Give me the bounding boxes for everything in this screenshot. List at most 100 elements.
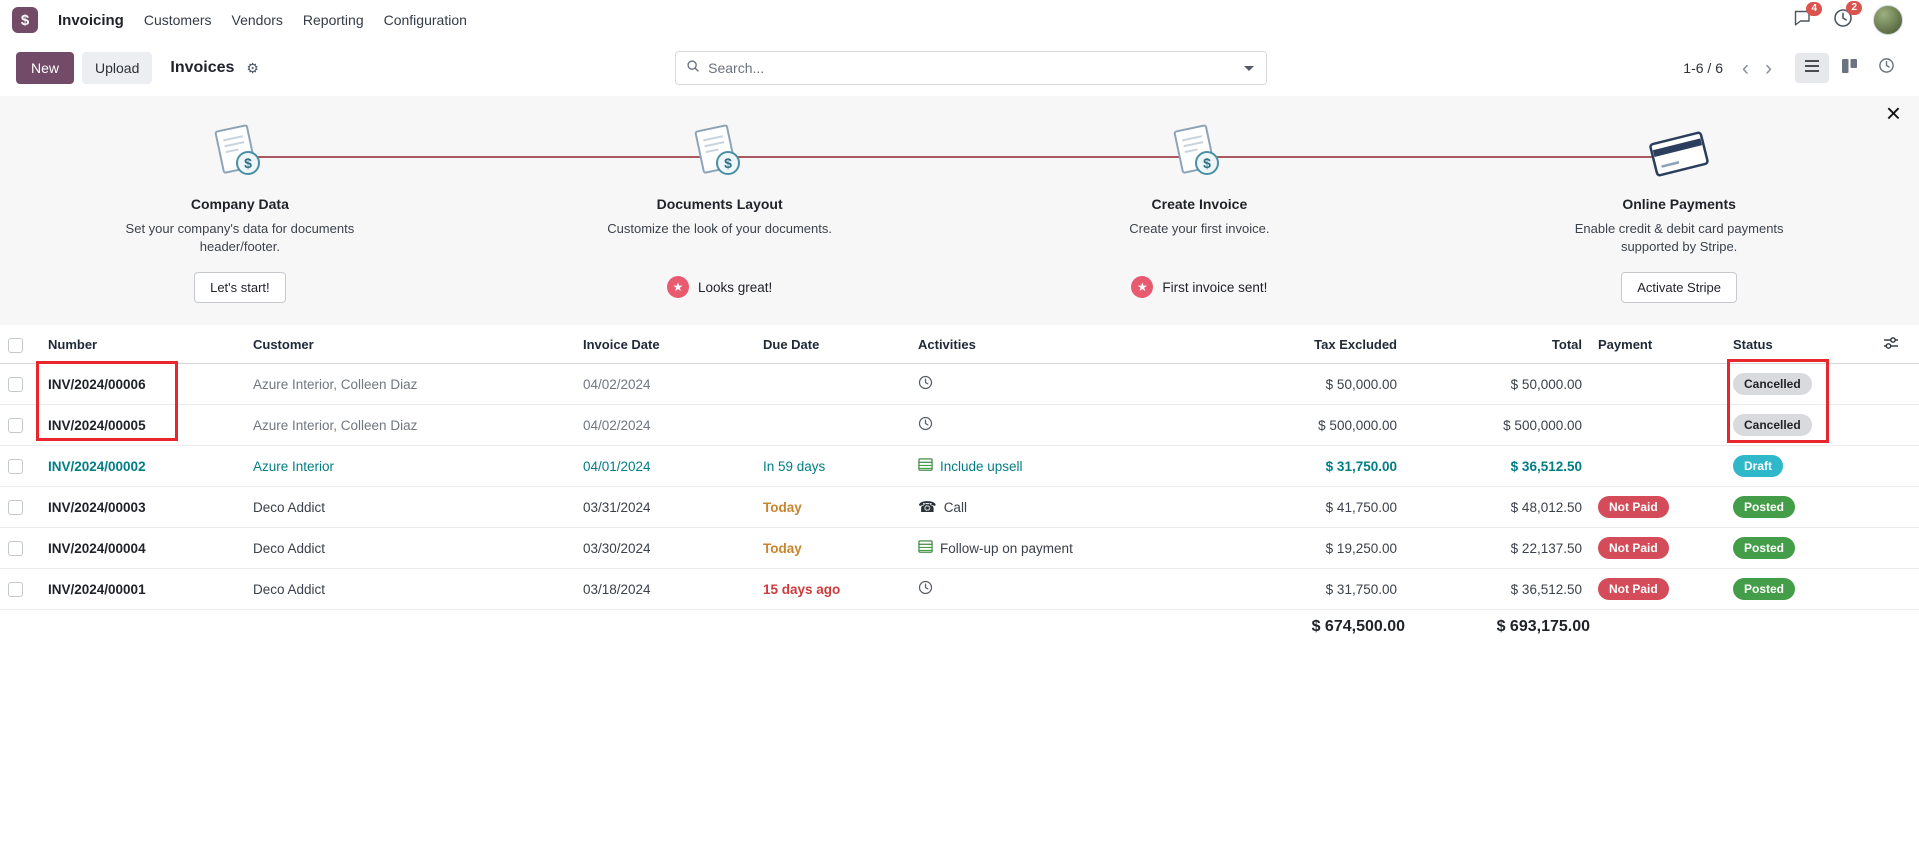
list-icon — [918, 457, 933, 475]
close-icon[interactable]: × — [1886, 100, 1901, 126]
status-badge: Posted — [1733, 495, 1796, 519]
step-description: Customize the look of your documents. — [607, 221, 832, 236]
header-status[interactable]: Status — [1725, 325, 1875, 364]
cell-activities[interactable] — [910, 363, 1160, 405]
menu-configuration[interactable]: Configuration — [384, 12, 467, 28]
header-total[interactable]: Total — [1405, 325, 1590, 364]
activity-label: Include upsell — [940, 458, 1023, 474]
cell-due-date: Today — [755, 527, 910, 569]
onboarding-step-create-invoice: $ Create Invoice Create your first invoi… — [960, 116, 1440, 325]
table-row[interactable]: INV/2024/00006 Azure Interior, Colleen Di… — [0, 363, 1919, 405]
lets-start-button[interactable]: Let's start! — [194, 271, 286, 303]
star-icon: ★ — [1131, 276, 1154, 298]
svg-text:$: $ — [1203, 155, 1211, 171]
messages-button[interactable]: 4 — [1793, 1, 1822, 32]
header-customer[interactable]: Customer — [245, 325, 575, 364]
activity-view-button[interactable] — [1869, 53, 1903, 83]
table-row[interactable]: INV/2024/00003 Deco Addict 03/31/2024 Today… — [0, 486, 1919, 528]
activate-stripe-button[interactable]: Activate Stripe — [1621, 271, 1738, 303]
activity-label: Call — [943, 499, 967, 515]
search-dropdown-toggle[interactable] — [1232, 52, 1266, 84]
row-checkbox[interactable] — [0, 404, 40, 446]
cell-invoice-date: 03/31/2024 — [575, 486, 755, 528]
invoice-list-table: Number Customer Invoice Date Due Date Ac… — [0, 325, 1919, 644]
document-dollar-icon: $ — [1161, 116, 1237, 186]
pager-next-button[interactable]: › — [1758, 58, 1779, 79]
new-button[interactable]: New — [16, 52, 75, 84]
row-checkbox[interactable] — [0, 363, 40, 405]
onboarding-step-online-payments: Online Payments Enable credit & debit ca… — [1439, 116, 1919, 325]
cell-total: $ 48,012.50 — [1405, 486, 1590, 528]
clock-icon — [918, 416, 933, 434]
header-payment[interactable]: Payment — [1590, 325, 1725, 364]
cell-payment — [1590, 404, 1725, 446]
kanban-view-icon — [1841, 58, 1857, 78]
svg-text:$: $ — [724, 155, 732, 171]
view-switcher — [1795, 53, 1903, 83]
status-badge: Cancelled — [1733, 413, 1812, 437]
clock-icon — [918, 580, 933, 598]
pager-previous-button[interactable]: ‹ — [1735, 58, 1756, 79]
pager: 1-6 / 6 ‹ › — [1683, 58, 1779, 79]
row-checkbox[interactable] — [0, 445, 40, 487]
invoice-table-body: INV/2024/00006 Azure Interior, Colleen Di… — [0, 363, 1919, 610]
status-badge: Draft — [1733, 454, 1784, 478]
menu-reporting[interactable]: Reporting — [303, 12, 364, 28]
list-view-icon — [1804, 59, 1820, 78]
table-row[interactable]: INV/2024/00002 Azure Interior 04/01/2024 In… — [0, 445, 1919, 487]
credit-card-icon — [1639, 116, 1719, 186]
optional-columns-button[interactable] — [1875, 325, 1919, 364]
step-done-indicator: ★ Looks great! — [666, 276, 772, 298]
cell-customer: Azure Interior, Colleen Diaz — [245, 363, 575, 405]
table-row[interactable]: INV/2024/00005 Azure Interior, Colleen Di… — [0, 404, 1919, 446]
list-view-button[interactable] — [1795, 53, 1829, 83]
cell-total: $ 22,137.50 — [1405, 527, 1590, 569]
odoo-app-icon[interactable]: $ — [12, 7, 38, 33]
total-amount: $ 693,175.00 — [1496, 617, 1590, 635]
app-name[interactable]: Invoicing — [58, 12, 124, 29]
cell-activities[interactable]: ☎ Call — [910, 486, 1160, 528]
cell-due-date: Today — [755, 486, 910, 528]
cell-due-date: In 59 days — [755, 445, 910, 487]
cell-payment: Not Paid — [1590, 527, 1725, 569]
cell-activities[interactable] — [910, 568, 1160, 610]
search-input[interactable]: Search... — [675, 51, 1268, 85]
header-tax-excluded[interactable]: Tax Excluded — [1160, 325, 1405, 364]
step-description: Set your company's data for documents he… — [125, 221, 355, 255]
cell-activities[interactable]: Follow-up on payment — [910, 527, 1160, 569]
cell-total: $ 50,000.00 — [1405, 363, 1590, 405]
upload-button[interactable]: Upload — [82, 52, 153, 84]
document-dollar-icon: $ — [682, 116, 758, 186]
header-invoice-date[interactable]: Invoice Date — [575, 325, 755, 364]
user-avatar[interactable] — [1873, 5, 1903, 35]
cell-status: Cancelled — [1725, 404, 1875, 446]
status-badge: Cancelled — [1733, 372, 1812, 396]
table-row[interactable]: INV/2024/00001 Deco Addict 03/18/2024 15 da… — [0, 568, 1919, 610]
cell-customer: Azure Interior — [245, 445, 575, 487]
cell-due-date — [755, 404, 910, 446]
header-activities[interactable]: Activities — [910, 325, 1160, 364]
top-navbar: $ Invoicing Customers Vendors Reporting … — [0, 0, 1919, 40]
activities-button[interactable]: 2 — [1833, 0, 1862, 33]
cell-number: INV/2024/00001 — [40, 568, 245, 610]
row-checkbox[interactable] — [0, 486, 40, 528]
pager-range: 1-6 / 6 — [1683, 60, 1723, 76]
row-checkbox[interactable] — [0, 568, 40, 610]
row-checkbox[interactable] — [0, 527, 40, 569]
header-number[interactable]: Number — [40, 325, 245, 364]
cell-tax-excluded: $ 31,750.00 — [1160, 568, 1405, 610]
menu-vendors[interactable]: Vendors — [232, 12, 283, 28]
cell-activities[interactable] — [910, 404, 1160, 446]
cell-activities[interactable]: Include upsell — [910, 445, 1160, 487]
select-all-checkbox[interactable] — [0, 325, 40, 364]
menu-customers[interactable]: Customers — [144, 12, 212, 28]
page-title: Invoices — [170, 59, 235, 76]
header-due-date[interactable]: Due Date — [755, 325, 910, 364]
cell-tax-excluded: $ 41,750.00 — [1160, 486, 1405, 528]
gear-icon[interactable]: ⚙ — [246, 60, 259, 77]
payment-badge: Not Paid — [1598, 577, 1669, 601]
cell-tax-excluded: $ 50,000.00 — [1160, 363, 1405, 405]
kanban-view-button[interactable] — [1832, 53, 1866, 83]
table-row[interactable]: INV/2024/00004 Deco Addict 03/30/2024 Today… — [0, 527, 1919, 569]
phone-icon: ☎ — [918, 498, 937, 516]
